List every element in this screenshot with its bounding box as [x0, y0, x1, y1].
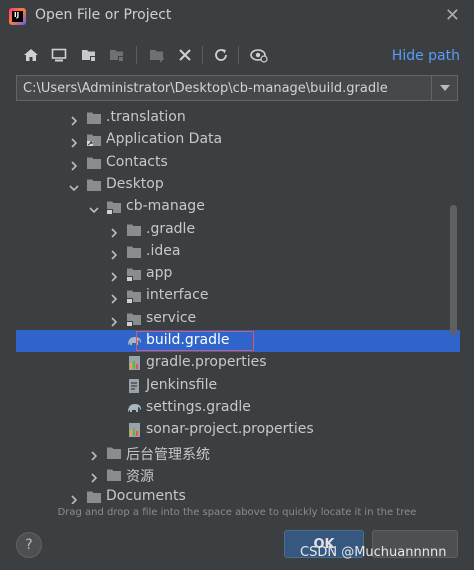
path-combobox [16, 75, 458, 101]
chevron-down-icon [439, 85, 450, 91]
tree-item[interactable]: .idea [16, 241, 460, 263]
chevron-down-icon[interactable] [88, 201, 100, 214]
folder-icon [86, 177, 102, 193]
chevron-right-icon[interactable] [108, 268, 120, 282]
chevron-right-icon[interactable] [88, 469, 100, 483]
folder-icon [126, 244, 142, 260]
folder-icon [86, 489, 102, 504]
show-hidden-icon[interactable] [248, 44, 270, 66]
csdn-watermark: CSDN @Muchuannnnn [300, 545, 447, 560]
path-input[interactable] [17, 76, 431, 100]
folder-icon [106, 467, 122, 483]
chevron-right-icon[interactable] [108, 290, 120, 304]
close-icon[interactable]: ✕ [445, 5, 460, 26]
title-bar: IJ Open File or Project ✕ [0, 0, 474, 34]
tree-item[interactable]: Application Data [16, 129, 460, 151]
tree-item-label: Documents [106, 488, 186, 504]
tree-item[interactable]: .translation [16, 107, 460, 129]
tree-item[interactable]: interface [16, 285, 460, 307]
module-folder-icon [106, 199, 122, 216]
tree-item[interactable]: 资源 [16, 464, 460, 486]
chevron-right-icon[interactable] [108, 224, 120, 238]
tree-item[interactable]: settings.gradle [16, 397, 460, 419]
delete-icon[interactable] [174, 44, 196, 66]
tree-item[interactable]: gradle.properties [16, 352, 460, 374]
module-folder-icon[interactable] [106, 44, 128, 66]
tree-item[interactable]: sonar-project.properties [16, 419, 460, 441]
toolbar-separator [136, 46, 137, 64]
tree-item-label: .gradle [146, 220, 196, 237]
tree-item[interactable]: Documents [16, 486, 460, 504]
folder-icon [126, 222, 142, 238]
shortcut-folder-icon [86, 132, 102, 148]
properties-file-icon [126, 422, 142, 438]
tree-item[interactable]: Desktop [16, 174, 460, 196]
folder-icon [86, 155, 102, 171]
tree-item[interactable]: Jenkinsfile [16, 375, 460, 397]
toolbar-separator [238, 46, 239, 64]
tree-item[interactable]: Contacts [16, 152, 460, 174]
hide-path-link[interactable]: Hide path [392, 48, 460, 64]
module-folder-icon [126, 288, 142, 305]
properties-file-icon [126, 355, 142, 371]
chevron-right-icon[interactable] [68, 134, 80, 148]
project-folder-icon[interactable] [78, 44, 100, 66]
tree-item[interactable]: cb-manage [16, 196, 460, 218]
chevron-right-icon[interactable] [68, 157, 80, 171]
chevron-down-icon[interactable] [68, 179, 80, 192]
toolbar-separator [202, 46, 203, 64]
window-title: Open File or Project [35, 7, 172, 23]
chevron-right-icon[interactable] [68, 112, 80, 126]
tree-item[interactable]: build.gradle [16, 330, 460, 352]
module-folder-icon [126, 266, 142, 283]
tree-item-label: .translation [106, 109, 186, 125]
scrollbar-thumb[interactable] [450, 205, 457, 335]
folder-icon [106, 445, 122, 461]
tree-item-label: service [146, 309, 197, 326]
tree-item-label: sonar-project.properties [146, 421, 314, 438]
tree-item-label: Application Data [106, 131, 223, 148]
path-dropdown-button[interactable] [431, 76, 457, 100]
annotation-highlight-box [136, 331, 254, 351]
file-tree[interactable]: .translation Application Data Contacts Desk… [16, 104, 460, 504]
tree-item-label: gradle.properties [146, 354, 267, 371]
module-folder-icon [126, 311, 142, 327]
chevron-right-icon[interactable] [68, 491, 80, 504]
toolbar: Hide path [0, 42, 474, 70]
tree-item[interactable]: 后台管理系统 [16, 442, 460, 464]
intellij-logo-icon: IJ [9, 8, 26, 25]
tree-item-label: cb-manage [126, 198, 205, 215]
chevron-right-icon[interactable] [108, 246, 120, 260]
chevron-right-icon[interactable] [88, 447, 100, 461]
tree-item[interactable]: app [16, 263, 460, 285]
desktop-icon[interactable] [48, 44, 70, 66]
tree-item[interactable]: .gradle [16, 219, 460, 241]
text-file-icon [126, 378, 142, 394]
tree-item-label: 资源 [126, 468, 154, 485]
tree-item-label: interface [146, 287, 209, 304]
tree-item[interactable]: service [16, 308, 460, 330]
folder-icon [86, 110, 102, 126]
tree-item-label: .idea [146, 242, 181, 259]
home-icon[interactable] [20, 44, 42, 66]
help-button[interactable]: ? [16, 532, 42, 558]
new-folder-icon[interactable] [146, 44, 168, 66]
refresh-icon[interactable] [210, 44, 232, 66]
drag-drop-hint: Drag and drop a file into the space abov… [57, 507, 417, 518]
tree-item-label: Contacts [106, 153, 168, 170]
chevron-right-icon[interactable] [108, 313, 120, 327]
tree-item-label: Jenkinsfile [146, 376, 218, 393]
tree-item-label: settings.gradle [146, 398, 251, 415]
tree-item-label: app [146, 265, 173, 282]
tree-item-label: 后台管理系统 [126, 446, 210, 463]
gradle-elephant-icon [126, 400, 142, 416]
tree-item-label: Desktop [106, 175, 164, 192]
